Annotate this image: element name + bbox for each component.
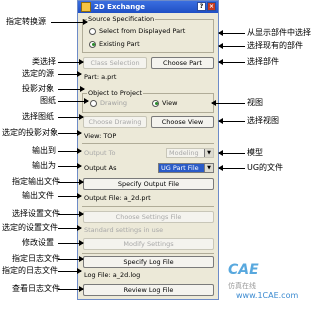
annotation-modeling: 模型	[247, 148, 263, 157]
annotation-specify-source: 指定转换源	[6, 17, 46, 26]
dialog-title: 2D Exchange	[94, 3, 146, 11]
review-log-file-button[interactable]: Review Log File	[83, 284, 214, 296]
leader-line	[58, 86, 85, 92]
annotation-choose-drawing: 选择图纸	[22, 112, 54, 121]
separator	[82, 143, 214, 144]
close-icon[interactable]: ×	[207, 2, 216, 11]
leader-line	[218, 165, 245, 171]
leader-line	[218, 118, 245, 124]
annotation-output-to: 输出到	[32, 146, 56, 155]
radio-view[interactable]: View	[152, 99, 177, 107]
output-to-label: Output To	[84, 149, 116, 157]
radio-dot-selected[interactable]	[89, 40, 96, 48]
leader-line	[58, 286, 84, 292]
leader-line	[51, 19, 88, 25]
leader-line	[58, 240, 84, 246]
app-icon	[81, 2, 91, 12]
annotation-selected-settings: 选定的设置文件	[2, 223, 58, 232]
annotation-specify-output: 指定输出文件	[12, 177, 60, 186]
leader-line	[211, 100, 245, 106]
separator	[82, 206, 214, 207]
annotation-review-log: 查看日志文件	[12, 284, 60, 293]
radio-label: Select from Displayed Part	[99, 27, 186, 35]
chevron-down-icon[interactable]: ▼	[204, 164, 213, 172]
radio-select-from-displayed[interactable]: Select from Displayed Part	[89, 27, 185, 35]
radio-label: Existing Part	[99, 40, 140, 48]
leader-line	[58, 148, 82, 154]
radio-dot[interactable]	[90, 99, 97, 107]
leader-line	[58, 193, 82, 199]
leader-line	[58, 130, 82, 136]
annotation-choose-part: 选择部件	[247, 57, 279, 66]
object-group-label: Object to Project	[87, 89, 144, 97]
annotation-modify-settings: 修改设置	[22, 238, 54, 247]
class-selection-button[interactable]: Class Selection	[83, 57, 147, 69]
annotation-view: 视图	[247, 98, 263, 107]
watermark-subtitle: 仿真在线	[228, 282, 256, 290]
watermark-url: www.1CAE.com	[236, 291, 299, 300]
leader-line	[218, 150, 245, 156]
choose-view-button[interactable]: Choose View	[151, 116, 214, 128]
choose-part-button[interactable]: Choose Part	[151, 57, 214, 69]
leader-line	[218, 43, 245, 49]
title-bar[interactable]: 2D Exchange ? ×	[78, 1, 218, 13]
output-file-text: Output File: a_2d.prt	[84, 194, 151, 202]
exchange-dialog: 2D Exchange ? × Source Specification Sel…	[77, 0, 219, 300]
chevron-down-icon[interactable]: ▼	[204, 149, 213, 157]
annotation-ug-file: UG的文件	[247, 163, 284, 172]
leader-line	[58, 163, 82, 169]
output-as-select[interactable]: UG Part File ▼	[158, 163, 214, 173]
choose-drawing-button[interactable]: Choose Drawing	[83, 116, 147, 128]
annotation-output-as: 输出为	[32, 161, 56, 170]
leader-line	[58, 59, 84, 65]
annotation-output-file: 输出文件	[22, 191, 54, 200]
annotation-choose-settings: 选择设置文件	[12, 209, 60, 218]
annotation-choose-view: 选择视图	[247, 116, 279, 125]
leader-line	[58, 211, 84, 217]
leader-line	[58, 225, 82, 231]
leader-line	[58, 71, 82, 77]
annotation-selected-source: 选定的源	[22, 69, 54, 78]
output-as-label: Output As	[84, 164, 117, 172]
specify-log-file-button[interactable]: Specify Log File	[83, 256, 214, 268]
output-to-select[interactable]: Modeling ▼	[166, 148, 214, 158]
watermark-logo: CAE	[228, 262, 259, 278]
annotation-selected-object: 选定的投影对象	[2, 128, 58, 137]
choose-settings-file-button[interactable]: Choose Settings File	[83, 211, 214, 223]
annotation-select-existing: 选择现有的部件	[247, 41, 303, 50]
leader-line	[218, 30, 245, 36]
leader-line	[218, 59, 245, 65]
separator	[82, 253, 214, 254]
radio-label: View	[162, 99, 178, 107]
leader-line	[58, 268, 82, 274]
radio-drawing[interactable]: Drawing	[90, 99, 127, 107]
annotation-specified-log: 指定的日志文件	[2, 266, 58, 275]
selected-view-text: View: TOP	[84, 132, 117, 140]
source-group-label: Source Specification	[87, 15, 156, 23]
radio-dot[interactable]	[89, 27, 96, 35]
output-as-value: UG Part File	[161, 164, 199, 172]
leader-line	[58, 179, 84, 185]
annotation-specify-log: 指定日志文件	[12, 254, 60, 263]
annotation-drawing: 图纸	[40, 96, 56, 105]
specify-output-file-button[interactable]: Specify Output File	[83, 178, 214, 190]
leader-line	[58, 98, 89, 104]
log-file-text: Log File: a_2d.log	[84, 271, 141, 279]
annotation-select-from-displayed: 从显示部件中选择	[247, 28, 311, 37]
leader-line	[58, 256, 84, 262]
annotation-project-object: 投影对象	[22, 84, 54, 93]
standard-settings-text: Standard settings in use	[84, 226, 164, 234]
output-to-value: Modeling	[169, 149, 199, 157]
modify-settings-button[interactable]: Modify Settings	[83, 238, 214, 250]
radio-dot-selected[interactable]	[152, 99, 159, 107]
leader-line	[58, 114, 84, 120]
help-icon[interactable]: ?	[197, 2, 206, 11]
radio-existing-part[interactable]: Existing Part	[89, 40, 140, 48]
selected-part-text: Part: a.prt	[84, 73, 117, 81]
radio-label: Drawing	[100, 99, 128, 107]
annotation-class-selection: 类选择	[32, 57, 56, 66]
